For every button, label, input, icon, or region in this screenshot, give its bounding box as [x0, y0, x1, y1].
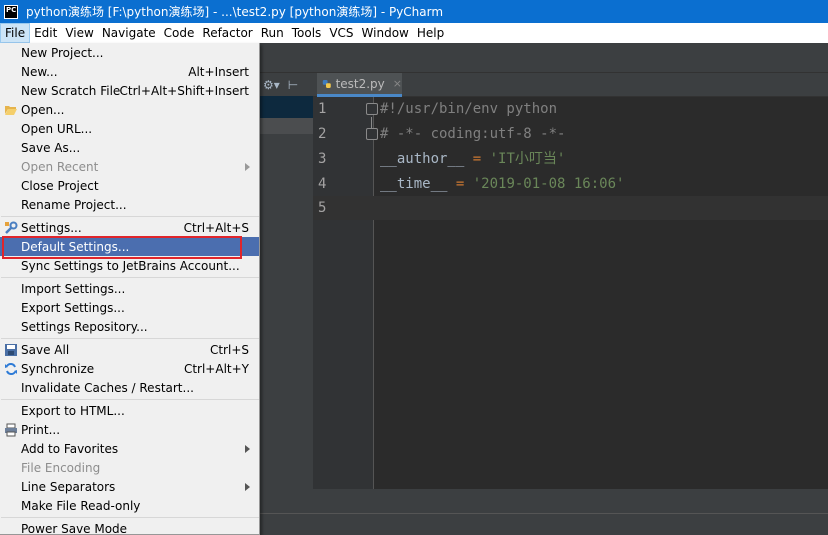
menu-separator	[1, 277, 259, 278]
menu-separator	[1, 338, 259, 339]
current-line-highlight	[313, 196, 828, 220]
editor-tab-test2[interactable]: test2.py ×	[317, 73, 402, 97]
shortcut: Ctrl+Alt+S	[183, 220, 249, 235]
code-operator: =	[447, 176, 473, 192]
pycharm-app-icon[interactable]: PC	[4, 4, 18, 19]
project-pane-tools: ⚙▾ ⊢	[263, 75, 313, 95]
shortcut: Ctrl+Alt+Y	[183, 361, 249, 376]
shortcut: Alt+Insert	[188, 64, 249, 79]
menu-item-settings[interactable]: Settings... Ctrl+Alt+S	[0, 218, 259, 237]
fold-marker-icon[interactable]	[366, 128, 378, 140]
menu-item-file-encoding[interactable]: File Encoding	[0, 458, 259, 477]
code-line-4[interactable]: __time__ = '2019-01-08 16:06'	[380, 172, 624, 196]
editor-bottom-panel	[313, 489, 828, 513]
menu-vcs[interactable]: VCS	[325, 23, 357, 43]
menu-item-default-settings[interactable]: Default Settings...	[0, 237, 259, 256]
submenu-arrow-icon	[245, 162, 250, 171]
gear-icon[interactable]: ⚙▾	[263, 78, 280, 92]
menu-item-print[interactable]: Print...	[0, 420, 259, 439]
menu-item-open-recent[interactable]: Open Recent	[0, 157, 259, 176]
menu-separator	[1, 399, 259, 400]
line-number: 4	[318, 176, 327, 192]
pycharm-window: PC python演练场 [F:\python演练场] - ...\test2.…	[0, 0, 828, 535]
menu-item-invalidate-caches[interactable]: Invalidate Caches / Restart...	[0, 378, 259, 397]
menu-tools[interactable]: Tools	[288, 23, 326, 43]
editor-tab-bar: test2.py ×	[313, 73, 828, 97]
code-line-1[interactable]: #!/usr/bin/env python	[380, 97, 557, 121]
line-number: 2	[318, 126, 327, 142]
menu-separator	[1, 216, 259, 217]
menu-item-synchronize[interactable]: Synchronize Ctrl+Alt+Y	[0, 359, 259, 378]
print-icon	[5, 423, 17, 436]
code-identifier: __time__	[380, 176, 448, 192]
menu-window[interactable]: Window	[358, 23, 413, 43]
menu-item-open-url[interactable]: Open URL...	[0, 119, 259, 138]
code-line-3[interactable]: __author__ = 'IT小叮当'	[380, 147, 565, 171]
menu-item-save-as[interactable]: Save As...	[0, 138, 259, 157]
menu-navigate[interactable]: Navigate	[98, 23, 160, 43]
submenu-arrow-icon	[245, 444, 250, 453]
collapse-icon[interactable]: ⊢	[288, 78, 298, 92]
fold-marker-icon[interactable]	[366, 103, 378, 115]
menu-item-export-to-html[interactable]: Export to HTML...	[0, 401, 259, 420]
code-operator: =	[464, 151, 490, 167]
line-number: 3	[318, 151, 327, 167]
menu-view[interactable]: View	[61, 23, 97, 43]
menu-item-new-scratch-file[interactable]: New Scratch File Ctrl+Alt+Shift+Insert	[0, 81, 259, 100]
menu-item-settings-repository[interactable]: Settings Repository...	[0, 317, 259, 336]
menu-item-new[interactable]: New... Alt+Insert	[0, 62, 259, 81]
title-bar: PC python演练场 [F:\python演练场] - ...\test2.…	[0, 0, 828, 23]
code-string: '2019-01-08 16:06'	[472, 176, 625, 192]
menu-edit[interactable]: Edit	[30, 23, 61, 43]
menu-separator	[1, 517, 259, 518]
menu-item-new-project[interactable]: New Project...	[0, 43, 259, 62]
menu-item-add-to-favorites[interactable]: Add to Favorites	[0, 439, 259, 458]
shortcut: Ctrl+Alt+Shift+Insert	[119, 83, 249, 98]
menu-item-line-separators[interactable]: Line Separators	[0, 477, 259, 496]
python-file-icon	[322, 79, 331, 88]
code-line-2[interactable]: # -*- coding:utf-8 -*-	[380, 122, 565, 146]
menu-bar: File Edit View Navigate Code Refactor Ru…	[0, 23, 828, 43]
wrench-icon	[5, 221, 18, 234]
menu-item-rename-project[interactable]: Rename Project...	[0, 195, 259, 214]
menu-code[interactable]: Code	[160, 23, 199, 43]
tab-label: test2.py	[335, 76, 385, 91]
menu-item-save-all[interactable]: Save All Ctrl+S	[0, 340, 259, 359]
folder-open-icon	[5, 105, 17, 115]
menu-item-close-project[interactable]: Close Project	[0, 176, 259, 195]
menu-help[interactable]: Help	[413, 23, 448, 43]
save-icon	[5, 343, 17, 356]
close-icon[interactable]: ×	[393, 77, 402, 90]
menu-item-power-save-mode[interactable]: Power Save Mode	[0, 519, 259, 535]
line-number: 5	[318, 200, 327, 216]
code-comment: #!/usr/bin/env python	[380, 101, 558, 117]
menu-item-export-settings[interactable]: Export Settings...	[0, 298, 259, 317]
submenu-arrow-icon	[245, 482, 250, 491]
code-string: 'IT小叮当'	[489, 151, 566, 167]
file-menu-dropdown: New Project... New... Alt+Insert New Scr…	[0, 43, 260, 535]
menu-run[interactable]: Run	[257, 23, 288, 43]
menu-refactor[interactable]: Refactor	[198, 23, 256, 43]
code-identifier: __author__	[380, 151, 465, 167]
code-comment: # -*- coding:utf-8 -*-	[380, 126, 566, 142]
project-tree-row[interactable]	[260, 118, 313, 134]
menu-item-open[interactable]: Open...	[0, 100, 259, 119]
window-title: python演练场 [F:\python演练场] - ...\test2.py …	[26, 5, 444, 19]
menu-file[interactable]: File	[0, 23, 31, 43]
menu-item-sync-settings[interactable]: Sync Settings to JetBrains Account...	[0, 256, 259, 275]
menu-item-make-read-only[interactable]: Make File Read-only	[0, 496, 259, 515]
line-number: 1	[318, 101, 327, 117]
shortcut: Ctrl+S	[209, 342, 249, 357]
project-tree-selected-row[interactable]	[260, 96, 313, 118]
menu-item-import-settings[interactable]: Import Settings...	[0, 279, 259, 298]
sync-icon	[5, 362, 17, 375]
